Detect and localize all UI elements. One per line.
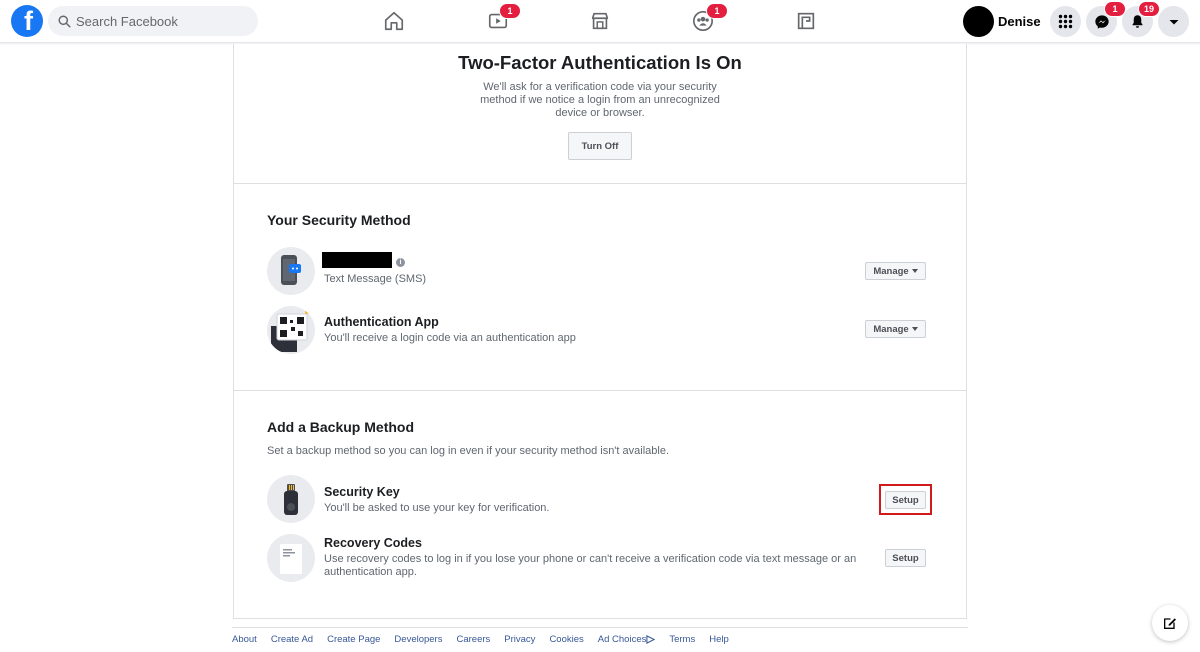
backup-method-title: Add a Backup Method	[267, 419, 415, 435]
compose-icon	[1164, 618, 1176, 629]
sms-manage-button[interactable]: Manage	[865, 262, 926, 280]
backup-method-description: Set a backup method so you can log in ev…	[267, 445, 669, 457]
recovery-codes-setup-button[interactable]: Setup	[885, 549, 926, 567]
watch-nav-icon[interactable]: 1	[485, 3, 521, 34]
footer-link-ad-choices[interactable]: Ad Choices	[598, 634, 647, 645]
security-key-icon	[267, 475, 315, 523]
security-key-setup-button[interactable]: Setup	[885, 491, 926, 509]
notifications-button[interactable]: 19	[1122, 1, 1160, 37]
security-key-title: Security Key	[324, 485, 400, 499]
sms-phone-icon	[267, 247, 315, 295]
search-icon	[58, 14, 71, 28]
security-method-title: Your Security Method	[267, 212, 411, 228]
turn-off-button[interactable]: Turn Off	[568, 132, 632, 160]
info-icon[interactable]: i	[396, 258, 405, 267]
auth-app-method-subtitle: You'll receive a login code via an authe…	[324, 332, 576, 344]
phone-number-redacted	[322, 252, 392, 268]
user-avatar[interactable]	[963, 6, 994, 37]
gaming-nav-icon[interactable]	[793, 8, 819, 34]
two-factor-settings-card: Two-Factor Authentication Is On We'll as…	[233, 44, 967, 619]
search-box[interactable]	[48, 6, 258, 36]
notifications-badge: 19	[1138, 1, 1160, 17]
status-description: We'll ask for a verification code via yo…	[480, 81, 720, 119]
recovery-codes-icon	[267, 534, 315, 582]
security-method-section: Your Security Method i Text Message (SMS…	[234, 185, 966, 391]
footer-link-developers[interactable]: Developers	[394, 634, 442, 645]
footer-link-cookies[interactable]: Cookies	[549, 634, 583, 645]
caret-down-icon	[1169, 19, 1178, 24]
two-factor-status-section: Two-Factor Authentication Is On We'll as…	[234, 44, 966, 184]
home-nav-icon[interactable]	[381, 8, 407, 34]
caret-down-icon	[911, 327, 918, 331]
ad-choices-icon	[646, 635, 656, 644]
watch-badge: 1	[499, 3, 521, 19]
footer-link-help[interactable]: Help	[709, 634, 729, 645]
auth-app-manage-label: Manage	[873, 323, 909, 335]
footer-link-about[interactable]: About	[232, 634, 257, 645]
facebook-logo-icon[interactable]: f	[11, 5, 43, 37]
new-message-button[interactable]	[1152, 605, 1188, 641]
groups-nav-icon[interactable]: 1	[690, 3, 728, 34]
groups-badge: 1	[706, 3, 728, 19]
sms-manage-label: Manage	[873, 265, 909, 277]
sms-method-subtitle: Text Message (SMS)	[324, 273, 427, 285]
footer-ad-choices[interactable]: Ad Choices	[598, 634, 656, 645]
recovery-codes-subtitle: Use recovery codes to log in if you lose…	[324, 553, 857, 578]
security-key-subtitle: You'll be asked to use your key for veri…	[324, 502, 550, 514]
footer-links: About Create Ad Create Page Developers C…	[232, 627, 968, 645]
footer-link-privacy[interactable]: Privacy	[504, 634, 535, 645]
account-button[interactable]	[1158, 6, 1189, 37]
top-navigation-bar: f 1 1 Denise 1 19	[0, 0, 1200, 43]
search-input[interactable]	[76, 13, 246, 29]
caret-down-icon	[911, 269, 918, 273]
footer-link-terms[interactable]: Terms	[669, 634, 695, 645]
menu-grid-icon	[1058, 14, 1073, 29]
user-name[interactable]: Denise	[998, 14, 1041, 29]
footer-link-create-page[interactable]: Create Page	[327, 634, 380, 645]
menu-button[interactable]	[1050, 6, 1081, 37]
footer-link-careers[interactable]: Careers	[456, 634, 490, 645]
auth-app-manage-button[interactable]: Manage	[865, 320, 926, 338]
authentication-app-icon	[267, 306, 315, 354]
backup-method-section: Add a Backup Method Set a backup method …	[234, 392, 966, 618]
auth-app-method-title: Authentication App	[324, 315, 439, 329]
footer-link-create-ad[interactable]: Create Ad	[271, 634, 313, 645]
messenger-button[interactable]: 1	[1086, 1, 1126, 37]
recovery-codes-title: Recovery Codes	[324, 536, 422, 550]
marketplace-nav-icon[interactable]	[587, 8, 613, 34]
page-title: Two-Factor Authentication Is On	[458, 52, 742, 73]
